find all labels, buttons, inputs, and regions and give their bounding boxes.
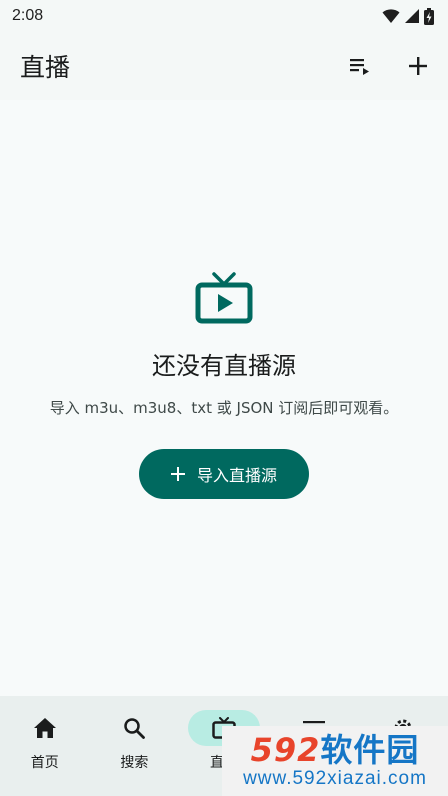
watermark-logo: 592软件园 www.592xiazai.com bbox=[222, 726, 448, 796]
watermark-brand: 592软件园 bbox=[251, 732, 420, 768]
add-icon bbox=[170, 467, 185, 481]
home-icon bbox=[33, 718, 56, 738]
live-tv-icon bbox=[195, 272, 253, 324]
empty-state: 还没有直播源 导入 m3u、m3u8、txt 或 JSON 订阅后即可观看。 导… bbox=[0, 272, 448, 499]
battery-charging-icon bbox=[424, 7, 434, 25]
import-live-source-button[interactable]: 导入直播源 bbox=[139, 449, 309, 499]
nav-label-home: 首页 bbox=[30, 755, 59, 771]
status-time: 2:08 bbox=[12, 7, 44, 24]
nav-item-home[interactable]: 首页 bbox=[0, 696, 90, 796]
status-bar: 2:08 bbox=[0, 0, 448, 32]
signal-icon bbox=[405, 9, 419, 23]
top-app-bar: 直播 bbox=[0, 32, 448, 100]
add-icon bbox=[409, 57, 427, 75]
empty-state-description: 导入 m3u、m3u8、txt 或 JSON 订阅后即可观看。 bbox=[49, 399, 399, 417]
playlist-button[interactable] bbox=[344, 50, 376, 82]
import-button-label: 导入直播源 bbox=[196, 466, 277, 485]
status-icons bbox=[382, 7, 434, 25]
watermark-url: www.592xiazai.com bbox=[243, 768, 427, 789]
add-button[interactable] bbox=[402, 50, 434, 82]
wifi-icon bbox=[382, 9, 400, 23]
page-title: 直播 bbox=[20, 53, 71, 82]
nav-pill bbox=[9, 710, 81, 746]
empty-state-title: 还没有直播源 bbox=[152, 352, 296, 380]
main-content: 还没有直播源 导入 m3u、m3u8、txt 或 JSON 订阅后即可观看。 导… bbox=[0, 100, 448, 696]
watermark-brand-text: 软件园 bbox=[320, 731, 420, 769]
search-icon bbox=[124, 718, 146, 739]
playlist-icon bbox=[350, 59, 369, 75]
nav-label-search: 搜索 bbox=[120, 755, 149, 771]
nav-pill bbox=[98, 710, 170, 746]
watermark-number: 592 bbox=[250, 731, 321, 769]
nav-item-search[interactable]: 搜索 bbox=[90, 696, 180, 796]
app-bar-actions bbox=[344, 50, 434, 82]
